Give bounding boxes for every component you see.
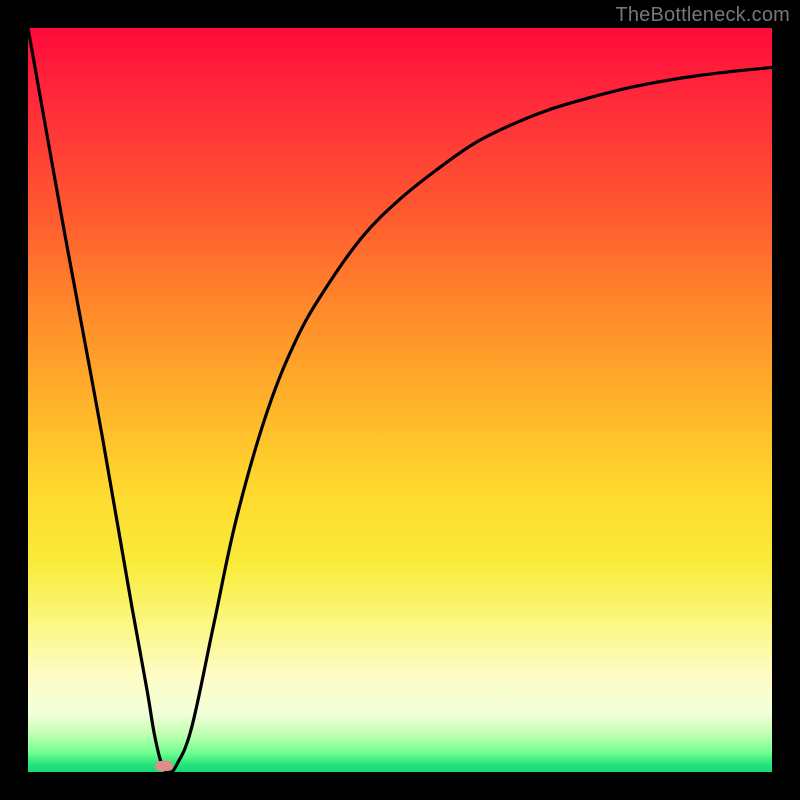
bottleneck-curve	[28, 28, 772, 772]
plot-area	[28, 28, 772, 772]
minimum-marker	[155, 761, 173, 771]
watermark-text: TheBottleneck.com	[615, 4, 790, 27]
chart-frame: TheBottleneck.com	[0, 0, 800, 800]
